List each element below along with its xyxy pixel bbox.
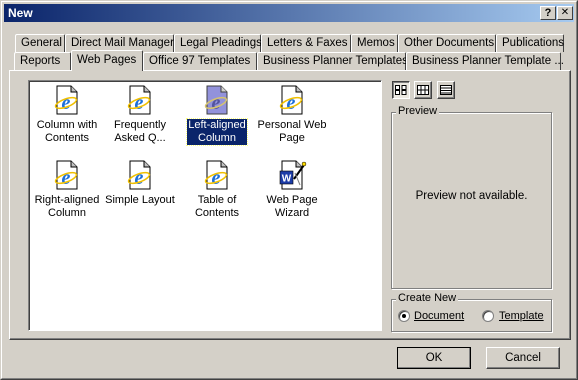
close-button[interactable]: ✕ [557, 6, 573, 20]
template-item-label: Frequently Asked Q... [114, 119, 166, 144]
svg-text:W: W [282, 174, 292, 185]
template-item-personal-web-page[interactable]: e Personal Web Page [254, 84, 330, 145]
tab-business-planner-template[interactable]: Business Planner Template ... [406, 52, 564, 70]
tab-label: Web Pages [77, 54, 137, 66]
tab-publications[interactable]: Publications [496, 34, 564, 52]
document-radio-label[interactable]: Document [414, 310, 464, 322]
word-wizard-icon: W [254, 159, 330, 191]
tab-memos[interactable]: Memos [351, 34, 398, 52]
template-item-label: Personal Web Page [257, 119, 327, 144]
dialog-title: New [8, 6, 33, 20]
template-radio[interactable] [482, 310, 494, 322]
template-item-web-page-wizard[interactable]: W Web Page Wizard [254, 159, 330, 220]
template-item-column-with-contents[interactable]: e Column with Contents [29, 84, 105, 145]
template-item-label: Right-aligned Column [34, 194, 100, 219]
svg-text:e: e [62, 92, 71, 114]
svg-text:e: e [287, 92, 296, 114]
tab-label: Legal Pleadings [180, 37, 262, 49]
tab-web-pages[interactable]: Web Pages [71, 50, 143, 71]
list-view-button[interactable] [414, 81, 432, 99]
ie-document-icon: e [29, 84, 105, 116]
list-view-icon [417, 85, 429, 98]
tab-label: Office 97 Templates [149, 55, 251, 67]
template-radio-label[interactable]: Template [499, 310, 544, 322]
template-item-label: Table of Contents [194, 194, 240, 219]
ok-button[interactable]: OK [397, 347, 471, 369]
tab-business-planner-templates[interactable]: Business Planner Templates [257, 52, 408, 70]
tab-label: Other Documents [404, 37, 495, 49]
svg-text:e: e [135, 167, 144, 189]
template-item-label: Simple Layout [105, 194, 175, 206]
ie-document-icon: e [254, 84, 330, 116]
tab-reports[interactable]: Reports [14, 52, 71, 70]
tab-label: Publications [502, 37, 565, 49]
cancel-button[interactable]: Cancel [486, 347, 560, 369]
template-item-left-aligned-column[interactable]: e Left-aligned Column [179, 84, 255, 146]
tab-label: Letters & Faxes [267, 37, 348, 49]
create-new-label: Create New [396, 292, 459, 304]
tab-label: General [21, 37, 62, 49]
tab-general[interactable]: General [15, 34, 65, 52]
document-radio[interactable] [398, 310, 410, 322]
document-label-text: Document [414, 310, 465, 322]
ie-document-icon: e [102, 159, 178, 191]
tab-letters-faxes[interactable]: Letters & Faxes [261, 34, 351, 52]
template-label-text: Template [499, 310, 544, 322]
preview-label: Preview [396, 105, 440, 117]
template-item-label: Column with Contents [36, 119, 98, 144]
help-button[interactable]: ? [540, 6, 556, 20]
title-bar[interactable]: New ? ✕ [4, 4, 574, 22]
tab-label: Business Planner Templates [263, 55, 408, 67]
template-item-frequently-asked-q[interactable]: e Frequently Asked Q... [102, 84, 178, 145]
template-list[interactable]: e Column with Contents e Frequently Asked … [28, 80, 382, 331]
svg-text:e: e [212, 167, 221, 189]
tab-label: Memos [357, 37, 395, 49]
tab-label: Reports [20, 55, 61, 67]
template-item-right-aligned-column[interactable]: e Right-aligned Column [29, 159, 105, 220]
tab-legal-pleadings[interactable]: Legal Pleadings [174, 34, 262, 52]
ie-document-icon: e [102, 84, 178, 116]
template-item-label: Web Page Wizard [266, 194, 318, 219]
svg-text:e: e [212, 92, 221, 114]
ie-document-icon: e [179, 84, 255, 116]
tab-other-documents[interactable]: Other Documents [398, 34, 496, 52]
large-icons-view-icon [395, 85, 407, 98]
preview-message: Preview not available. [415, 190, 528, 202]
ie-document-icon: e [29, 159, 105, 191]
new-dialog: New ? ✕ e Column with Contents e Frequent… [0, 0, 578, 380]
svg-text:e: e [62, 167, 71, 189]
tab-label: Direct Mail Manager [71, 37, 174, 49]
template-item-simple-layout[interactable]: e Simple Layout [102, 159, 178, 207]
svg-text:e: e [135, 92, 144, 114]
template-item-table-of-contents[interactable]: e Table of Contents [179, 159, 255, 220]
tab-office-97-templates[interactable]: Office 97 Templates [143, 52, 257, 70]
details-view-button[interactable] [437, 81, 455, 99]
large-buttons-view-icon[interactable] [392, 81, 410, 99]
details-view-icon [440, 85, 452, 98]
tab-label: Business Planner Template ... [412, 55, 564, 67]
template-item-label: Left-aligned Column [186, 118, 248, 146]
ie-document-icon: e [179, 159, 255, 191]
